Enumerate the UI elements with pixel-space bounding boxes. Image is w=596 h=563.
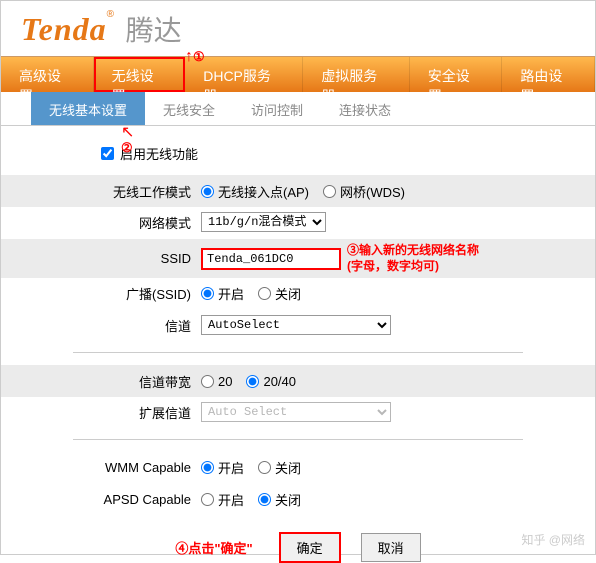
logo-brand: Tenda: [21, 11, 107, 47]
label-workmode: 无线工作模式: [1, 182, 201, 201]
tab-virtual[interactable]: 虚拟服务器: [303, 57, 410, 92]
label-channel: 信道: [1, 316, 201, 335]
radio-wmm-on[interactable]: [201, 461, 214, 474]
subtab-basic[interactable]: 无线基本设置: [31, 92, 145, 125]
label-apsd: APSD Capable: [1, 492, 201, 507]
tab-wireless[interactable]: 无线设置: [94, 57, 186, 92]
annotation-3: ③输入新的无线网络名称(字母，数字均可): [347, 243, 479, 274]
logo-reg: ®: [107, 9, 114, 20]
tab-routing[interactable]: 路由设置: [502, 57, 595, 92]
radio-broadcast-off[interactable]: [258, 287, 271, 300]
watermark: 知乎 @网络: [521, 531, 585, 548]
radio-wmm-off[interactable]: [258, 461, 271, 474]
label-ssid: SSID: [1, 251, 201, 266]
select-extchannel: Auto Select: [201, 402, 391, 422]
sub-tabs: 无线基本设置 无线安全 访问控制 连接状态: [1, 92, 595, 126]
annotation-4: ④点击"确定": [175, 538, 252, 557]
radio-wds[interactable]: [323, 185, 336, 198]
tab-security[interactable]: 安全设置: [410, 57, 503, 92]
subtab-security[interactable]: 无线安全: [145, 92, 233, 125]
subtab-status[interactable]: 连接状态: [321, 92, 409, 125]
label-wmm: WMM Capable: [1, 460, 201, 475]
label-broadcast: 广播(SSID): [1, 284, 201, 303]
radio-bw20[interactable]: [201, 375, 214, 388]
tab-advanced[interactable]: 高级设置: [1, 57, 94, 92]
annotation-2: ↖ ②: [121, 125, 134, 156]
divider: [73, 352, 523, 353]
main-tabs: 高级设置 无线设置 DHCP服务器 虚拟服务器 安全设置 路由设置: [1, 56, 595, 92]
logo-area: Tenda® 腾达: [1, 1, 595, 56]
label-bandwidth: 信道带宽: [1, 372, 201, 391]
select-netmode[interactable]: 11b/g/n混合模式: [201, 212, 326, 232]
enable-wireless-checkbox[interactable]: [101, 147, 114, 160]
select-channel[interactable]: AutoSelect: [201, 315, 391, 335]
radio-ap[interactable]: [201, 185, 214, 198]
divider: [73, 439, 523, 440]
content-area: 启用无线功能 无线工作模式 无线接入点(AP) 网桥(WDS) 网络模式 11b…: [1, 126, 595, 563]
radio-apsd-on[interactable]: [201, 493, 214, 506]
logo-cn: 腾达: [126, 16, 182, 47]
radio-broadcast-on[interactable]: [201, 287, 214, 300]
radio-bw2040[interactable]: [246, 375, 259, 388]
annotation-1: ↑①: [185, 49, 205, 65]
subtab-access[interactable]: 访问控制: [233, 92, 321, 125]
label-netmode: 网络模式: [1, 213, 201, 232]
ssid-input[interactable]: [201, 248, 341, 270]
ok-button[interactable]: 确定: [279, 532, 341, 563]
cancel-button[interactable]: 取消: [361, 533, 421, 562]
label-extchannel: 扩展信道: [1, 403, 201, 422]
radio-apsd-off[interactable]: [258, 493, 271, 506]
